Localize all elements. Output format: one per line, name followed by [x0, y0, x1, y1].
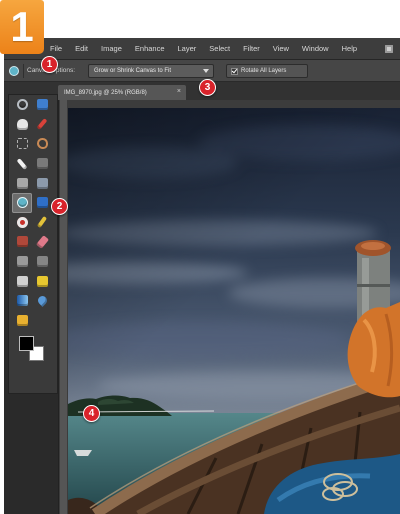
- callout-4: 4: [83, 405, 100, 422]
- recompose-icon: [36, 197, 48, 209]
- move-tool-button[interactable]: [32, 95, 52, 115]
- eraser-tool-button[interactable]: [32, 232, 52, 252]
- eyedropper-icon: [36, 118, 48, 131]
- photo-canvas[interactable]: [68, 108, 400, 514]
- menu-layer[interactable]: Layer: [178, 44, 197, 53]
- straighten-icon: [16, 197, 28, 209]
- close-icon[interactable]: ×: [177, 88, 181, 95]
- menu-help[interactable]: Help: [342, 44, 357, 53]
- foreground-color-swatch[interactable]: [19, 336, 34, 351]
- blur-tool-button[interactable]: [32, 291, 52, 311]
- menu-select[interactable]: Select: [209, 44, 230, 53]
- gradient-tool-button[interactable]: [12, 291, 32, 311]
- step-number: 1: [10, 3, 34, 50]
- pencil-tool-button[interactable]: [32, 213, 52, 233]
- lasso-tool-button[interactable]: [32, 134, 52, 154]
- document-tab[interactable]: IMG_8970.jpg @ 25% (RGB/8) ×: [58, 85, 186, 100]
- eyedropper-tool-button[interactable]: [32, 115, 52, 135]
- canvas-options-value: Grow or Shrink Canvas to Fit: [94, 68, 172, 74]
- marquee-tool-button[interactable]: [12, 134, 32, 154]
- pencil-icon: [36, 216, 48, 229]
- chevron-down-icon[interactable]: [203, 69, 209, 73]
- custom-shape-tool-button[interactable]: [12, 311, 32, 331]
- menu-bar: File Edit Image Enhance Layer Select Fil…: [4, 38, 400, 60]
- canvas-edge: [60, 100, 67, 514]
- zoom-icon: [16, 99, 28, 111]
- lasso-icon: [36, 138, 48, 150]
- brush-tool-button[interactable]: [12, 252, 32, 272]
- crop-tool-button[interactable]: [12, 173, 32, 193]
- blur-icon: [35, 294, 49, 308]
- marquee-icon: [16, 138, 28, 150]
- quick-selection-icon: [36, 158, 48, 170]
- canvas-options-dropdown[interactable]: Grow or Shrink Canvas to Fit: [88, 64, 214, 78]
- brush-icon: [16, 256, 28, 268]
- workspace-icon[interactable]: [385, 45, 393, 53]
- menu-items: File Edit Image Enhance Layer Select Fil…: [50, 38, 357, 59]
- zoom-tool-button[interactable]: [12, 95, 32, 115]
- toolbox: [8, 94, 58, 394]
- document-tab-title: IMG_8970.jpg @ 25% (RGB/8): [64, 89, 147, 96]
- move-icon: [36, 99, 48, 111]
- step-number-badge: 1: [0, 0, 44, 54]
- callout-2: 2: [51, 198, 68, 215]
- smart-brush-icon: [36, 256, 48, 268]
- options-divider: [23, 64, 24, 78]
- menu-view[interactable]: View: [273, 44, 289, 53]
- straighten-icon[interactable]: [9, 66, 19, 76]
- crop-icon: [16, 177, 28, 189]
- quick-selection-tool-button[interactable]: [32, 154, 52, 174]
- sky: [68, 108, 400, 418]
- cookie-cutter-tool-button[interactable]: [32, 173, 52, 193]
- clone-stamp-icon: [16, 275, 28, 287]
- callout-1: 1: [41, 56, 58, 73]
- menu-window[interactable]: Window: [302, 44, 329, 53]
- paint-bucket-tool-button[interactable]: [32, 271, 52, 291]
- cookie-cutter-icon: [36, 177, 48, 189]
- menu-file[interactable]: File: [50, 44, 62, 53]
- clone-stamp-tool-button[interactable]: [12, 271, 32, 291]
- tool-grid: [12, 95, 52, 330]
- callout-3: 3: [199, 79, 216, 96]
- spot-healing-tool-button[interactable]: [12, 232, 32, 252]
- rotate-all-layers-checkbox[interactable]: [231, 67, 238, 75]
- menu-enhance[interactable]: Enhance: [135, 44, 165, 53]
- menu-image[interactable]: Image: [101, 44, 122, 53]
- rotate-all-layers-label: Rotate All Layers: [241, 68, 287, 74]
- eraser-icon: [35, 235, 49, 249]
- custom-shape-icon: [16, 314, 28, 326]
- rotate-all-layers-toggle[interactable]: Rotate All Layers: [226, 64, 308, 78]
- magic-wand-tool-button[interactable]: [12, 154, 32, 174]
- recompose-tool-button[interactable]: [32, 193, 52, 213]
- hand-tool-button[interactable]: [12, 115, 32, 135]
- menu-edit[interactable]: Edit: [75, 44, 88, 53]
- red-eye-tool-button[interactable]: [12, 213, 32, 233]
- tool-options-bar: Canvas Options: Grow or Shrink Canvas to…: [4, 60, 400, 82]
- hand-icon: [16, 118, 28, 130]
- menu-filter[interactable]: Filter: [243, 44, 260, 53]
- spot-healing-icon: [16, 236, 28, 248]
- magic-wand-icon: [16, 157, 28, 170]
- paint-bucket-icon: [36, 275, 48, 287]
- smart-brush-tool-button[interactable]: [32, 252, 52, 272]
- gradient-icon: [16, 295, 28, 307]
- straighten-tool-button[interactable]: [12, 192, 32, 213]
- red-eye-icon: [16, 216, 28, 228]
